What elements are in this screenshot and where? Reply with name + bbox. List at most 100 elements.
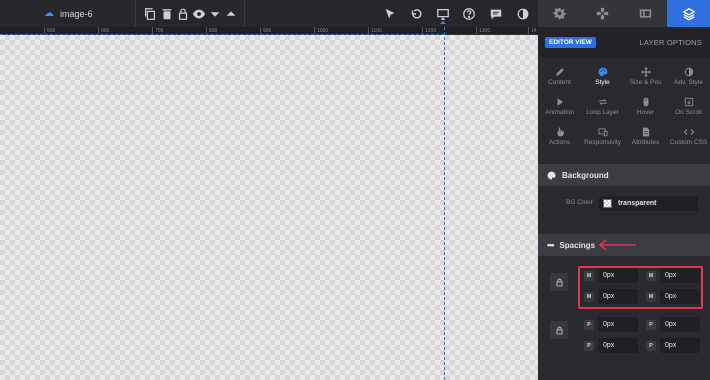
scroll-icon [684, 97, 693, 107]
option-label: Hover [636, 109, 655, 116]
background-section-header[interactable]: Background [538, 164, 710, 186]
annotation-arrow-icon [598, 239, 636, 251]
lock-icon[interactable] [176, 0, 190, 27]
padding-top-input[interactable]: 0px [598, 317, 638, 332]
trash-icon[interactable] [160, 0, 174, 27]
editor-canvas[interactable] [0, 35, 538, 380]
option-label: Attributes [631, 139, 660, 146]
bg-color-label: BG Color [566, 199, 593, 206]
code-icon [683, 129, 694, 135]
padding-tag: P [584, 319, 594, 330]
layer-options-panel: EDITOR VIEW LAYER OPTIONS Content Style … [538, 27, 710, 380]
contrast-icon [684, 67, 693, 77]
play-icon [557, 98, 563, 106]
padding-tag: P [646, 319, 656, 330]
active-device-indicator [440, 21, 446, 24]
option-label: Responsivity [584, 139, 621, 146]
panel-tabs [538, 0, 710, 27]
mouse-icon [643, 97, 648, 107]
ruler-tick: 1300 [476, 27, 490, 34]
ruler-tick: 14 [528, 27, 537, 34]
layers-icon [681, 7, 696, 21]
eye-icon[interactable] [192, 0, 206, 27]
option-animation[interactable]: Animation [538, 95, 581, 125]
padding-right-input[interactable]: 0px [660, 317, 700, 332]
option-style[interactable]: Style [581, 65, 624, 95]
help-icon[interactable] [462, 0, 476, 27]
gear-icon [553, 7, 566, 20]
tab-settings[interactable] [538, 0, 581, 27]
responsive-icon [598, 128, 607, 137]
option-hover[interactable]: Hover [624, 95, 667, 125]
lock-icon [556, 278, 562, 286]
loop-icon [598, 99, 607, 105]
vertical-guide-line [444, 27, 445, 380]
option-content[interactable]: Content [538, 65, 581, 95]
ellipsis-icon: ••• [547, 240, 555, 250]
horizontal-guide-line [0, 34, 444, 35]
caret-down-icon[interactable] [208, 0, 222, 27]
layer-name: image-6 [60, 8, 93, 19]
copy-icon[interactable] [143, 0, 157, 27]
layer-option-grid: Content Style Size & Pos Adv. Style Anim… [538, 65, 710, 155]
gamepad-icon [596, 7, 609, 20]
option-on-scroll[interactable]: On Scroll [667, 95, 710, 125]
option-label: Style [595, 79, 610, 86]
option-label: Loop Layer [586, 109, 619, 116]
contrast-icon[interactable] [516, 0, 530, 27]
padding-tag: P [584, 340, 594, 351]
option-label: Adv. Style [674, 79, 703, 86]
option-label: Custom CSS [669, 139, 708, 146]
section-title: Spacings [559, 240, 596, 250]
tab-layers[interactable] [667, 0, 710, 27]
pointer-icon[interactable] [383, 0, 397, 27]
undo-icon[interactable] [409, 0, 423, 27]
hand-icon [557, 127, 564, 137]
padding-tag: P [646, 340, 656, 351]
palette-icon [598, 67, 607, 77]
option-label: Animation [545, 109, 574, 116]
option-responsivity[interactable]: Responsivity [581, 125, 624, 155]
media-icon [639, 9, 652, 18]
padding-bottom-input[interactable]: 0px [598, 338, 638, 353]
option-label: Content [548, 79, 571, 86]
editor-view-button[interactable]: EDITOR VIEW [545, 37, 596, 48]
toolbar-separator [135, 0, 136, 27]
padding-right-field[interactable]: P 0px [646, 317, 700, 332]
option-label: On Scroll [675, 109, 702, 116]
option-custom-css[interactable]: Custom CSS [667, 125, 710, 155]
move-icon [640, 67, 651, 77]
palette-icon [547, 171, 556, 179]
pencil-icon [555, 68, 564, 76]
annotation-highlight-box [578, 266, 703, 309]
option-label: Size & Pos [629, 79, 662, 86]
top-toolbar: ☁ image-6 [0, 0, 538, 27]
tab-media[interactable] [624, 0, 667, 27]
option-size-pos[interactable]: Size & Pos [624, 65, 667, 95]
option-label: Actions [548, 139, 571, 146]
bg-color-picker[interactable]: transparent [599, 196, 698, 211]
margin-link-toggle[interactable] [550, 273, 568, 291]
document-icon [642, 127, 649, 137]
padding-link-toggle[interactable] [550, 321, 568, 339]
panel-title: LAYER OPTIONS [639, 38, 702, 47]
layer-name-display[interactable]: ☁ image-6 [44, 0, 93, 27]
option-adv-style[interactable]: Adv. Style [667, 65, 710, 95]
tab-addons[interactable] [581, 0, 624, 27]
option-actions[interactable]: Actions [538, 125, 581, 155]
caret-up-icon[interactable] [224, 0, 238, 27]
padding-bottom-field[interactable]: P 0px [584, 338, 638, 353]
toolbar-separator [244, 0, 245, 27]
bg-color-value: transparent [618, 200, 657, 207]
bg-color-row: BG Color transparent [538, 194, 710, 212]
padding-top-field[interactable]: P 0px [584, 317, 638, 332]
option-loop-layer[interactable]: Loop Layer [581, 95, 624, 125]
section-title: Background [562, 170, 609, 180]
chat-icon[interactable] [489, 0, 503, 27]
padding-left-input[interactable]: 0px [660, 338, 700, 353]
lock-icon [556, 326, 562, 334]
padding-left-field[interactable]: P 0px [646, 338, 700, 353]
option-attributes[interactable]: Attributes [624, 125, 667, 155]
cloud-icon: ☁ [44, 8, 54, 19]
color-swatch [603, 199, 612, 208]
